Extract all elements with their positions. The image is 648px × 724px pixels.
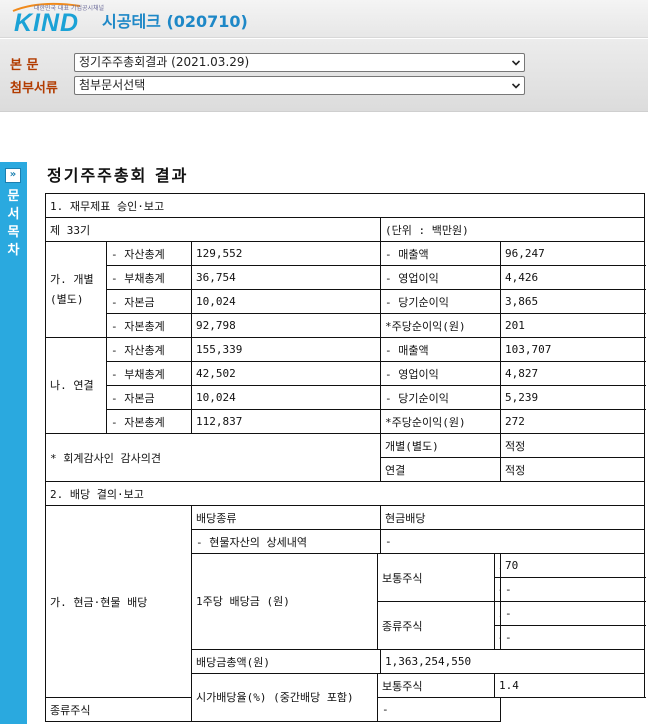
inkind-detail-label: - 현물자산의 상세내역 (191, 529, 381, 554)
line-item-value: 129,552 (191, 241, 381, 266)
document-selector-panel: 본 문 정기주주총회결과 (2021.03.29) 첨부서류 첨부문서선택 (0, 39, 648, 112)
line-item-label: - 매출액 (380, 337, 501, 362)
section-heading: 2. 배당 결의·보고 (44, 481, 646, 506)
logo-text: KIND (14, 9, 80, 37)
audit-consolidated-label: 연결 (380, 457, 501, 482)
section-heading: 1. 재무제표 승인·보고 (44, 193, 646, 218)
line-item-label: *주당순이익(원) (380, 313, 501, 338)
chevron-down-icon (512, 60, 520, 66)
line-item-label: - 자산총계 (106, 241, 192, 266)
line-item-label: - 영업이익 (380, 265, 501, 290)
line-item-label: - 영업이익 (380, 361, 501, 386)
dividend-type-label: 배당종류 (191, 505, 381, 530)
total-dividend-value: 1,363,254,550 (379, 649, 646, 674)
expand-toc-button[interactable]: » (5, 168, 21, 183)
line-item-label: - 자본금 (106, 289, 192, 314)
company-title: 시공테크 (020710) (102, 12, 248, 31)
line-item-label: - 자본총계 (106, 409, 192, 434)
top-bar: 대한민국 대표 기업공시채널 KIND 시공테크 (020710) (0, 0, 648, 38)
line-item-value: 272 (499, 409, 646, 434)
toc-label: 문서목차 (7, 189, 20, 258)
line-item-label: - 부채총계 (106, 361, 192, 386)
preferred-stock-label: 종류주식 (377, 601, 495, 650)
line-item-value: 4,827 (499, 361, 646, 386)
attachment-select[interactable]: 첨부문서선택 (74, 76, 525, 95)
pref-interim-value: - (499, 625, 646, 650)
yield-common-label: 보통주식 (377, 673, 495, 698)
line-item-value: 10,024 (191, 385, 381, 410)
line-item-value: 112,837 (191, 409, 381, 434)
common-stock-label: 보통주식 (377, 553, 495, 602)
table-of-contents-tab[interactable]: » 문서목차 (0, 162, 27, 724)
yield-common-value: 1.4 (493, 673, 646, 698)
line-item-value: 201 (499, 313, 646, 338)
fiscal-period: 제 33기 (45, 217, 381, 242)
total-dividend-label: 배당금총액(원) (191, 649, 381, 674)
inkind-detail-value: - (379, 529, 646, 554)
main-document-select-value: 정기주주총회결과 (2021.03.29) (79, 55, 250, 69)
line-item-label: *주당순이익(원) (380, 409, 501, 434)
meeting-result-table: 1. 재무제표 승인·보고 제 33기 (단위 : 백만원) 가. 개별 (별도) - … (44, 193, 646, 722)
line-item-value: 10,024 (191, 289, 381, 314)
pref-year-end-value: - (499, 601, 646, 626)
yield-pref-label: 종류주식 (45, 697, 192, 722)
consolidated-group-label: 나. 연결 (45, 337, 107, 434)
line-item-label: - 당기순이익 (380, 289, 501, 314)
line-item-label: - 자본금 (106, 385, 192, 410)
line-item-value: 155,339 (191, 337, 381, 362)
line-item-value: 4,426 (499, 265, 646, 290)
yield-pref-value: - (377, 697, 501, 722)
line-item-value: 36,754 (191, 265, 381, 290)
line-item-value: 96,247 (499, 241, 646, 266)
line-item-label: - 자산총계 (106, 337, 192, 362)
main-document-label: 본 문 (10, 58, 39, 73)
line-item-label: - 당기순이익 (380, 385, 501, 410)
common-interim-value: - (499, 577, 646, 602)
dividend-group-label: 가. 현금·현물 배당 (45, 505, 192, 698)
document-title: 정기주주총회 결과 (47, 166, 189, 185)
audit-consolidated-value: 적정 (499, 457, 646, 482)
line-item-label: - 매출액 (380, 241, 501, 266)
audit-opinion-label: * 회계감사인 감사의견 (45, 433, 381, 482)
dividend-yield-label: 시가배당율(%) (중간배당 포함) (191, 673, 378, 722)
line-item-value: 3,865 (499, 289, 646, 314)
unit-label: (단위 : 백만원) (379, 217, 646, 242)
individual-group-label: 가. 개별 (별도) (45, 241, 107, 338)
main-document-select[interactable]: 정기주주총회결과 (2021.03.29) (74, 53, 525, 72)
common-year-end-value: 70 (499, 553, 646, 578)
chevron-down-icon (512, 83, 520, 89)
per-share-dividend-label: 1주당 배당금 (원) (191, 553, 378, 650)
line-item-value: 103,707 (499, 337, 646, 362)
line-item-label: - 자본총계 (106, 313, 192, 338)
audit-individual-value: 적정 (499, 433, 646, 458)
attachment-select-value: 첨부문서선택 (79, 78, 146, 92)
attachment-label: 첨부서류 (10, 81, 58, 96)
line-item-label: - 부채총계 (106, 265, 192, 290)
line-item-value: 92,798 (191, 313, 381, 338)
line-item-value: 42,502 (191, 361, 381, 386)
kind-logo[interactable]: 대한민국 대표 기업공시채널 KIND (10, 2, 104, 37)
audit-individual-label: 개별(별도) (380, 433, 501, 458)
line-item-value: 5,239 (499, 385, 646, 410)
dividend-type-value: 현금배당 (379, 505, 646, 530)
